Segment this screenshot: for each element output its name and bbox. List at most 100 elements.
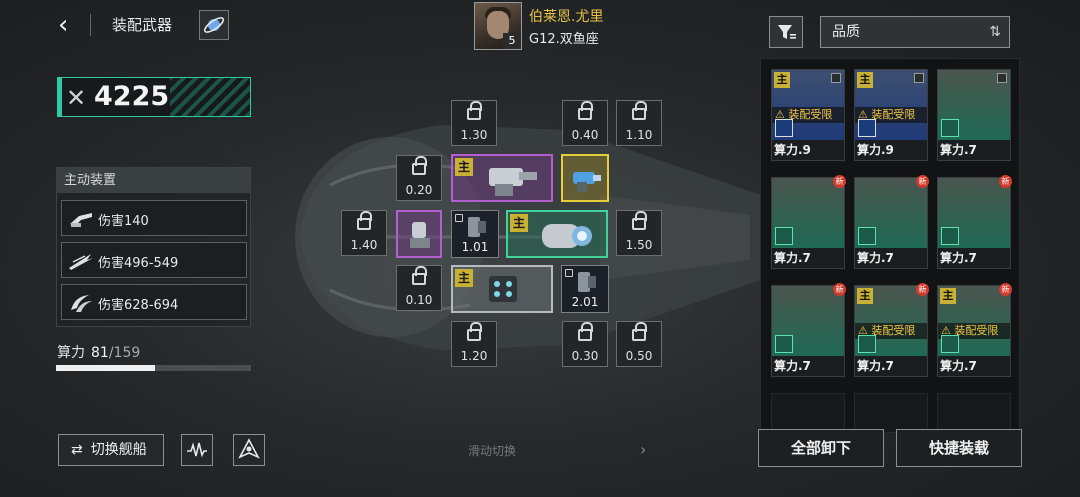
locked-slot[interactable]: 0.20 xyxy=(396,155,442,201)
equipped-slot[interactable]: 2.01 xyxy=(561,265,609,313)
filter-button[interactable] xyxy=(769,16,803,48)
claw-icon xyxy=(71,295,92,312)
pilot-level: 5 xyxy=(503,33,521,49)
bolt-badge-icon xyxy=(775,227,793,245)
missile-icon xyxy=(69,254,93,270)
weapon-cost: 算力.9 xyxy=(857,143,894,157)
active-device-row[interactable]: 伤害628-694 xyxy=(61,284,247,320)
crossed-swords-icon: ✕ xyxy=(66,84,87,112)
equipped-weapon-slot[interactable]: 主 xyxy=(451,265,553,313)
locked-slot[interactable]: 0.30 xyxy=(562,321,608,367)
combat-power-box: ✕ 4225 xyxy=(57,77,251,117)
new-badge: 新 xyxy=(833,175,846,188)
active-device-row[interactable]: 伤害140 xyxy=(61,200,247,236)
compute-progress-fill xyxy=(56,365,156,371)
locked-slot[interactable]: 1.20 xyxy=(451,321,497,367)
select-checkbox[interactable] xyxy=(914,73,924,83)
weapon-cost: 算力.9 xyxy=(774,143,811,157)
slot-value: 0.20 xyxy=(405,183,433,197)
switch-ship-label: 切换舰船 xyxy=(90,442,147,458)
equipped-weapon-slot[interactable] xyxy=(396,210,442,258)
locked-slot[interactable]: 0.50 xyxy=(616,321,662,367)
active-device-label: 伤害496-549 xyxy=(98,256,179,271)
waveform-button[interactable] xyxy=(181,434,213,466)
lock-icon xyxy=(578,101,593,120)
fleet-button[interactable] xyxy=(233,434,265,466)
weapon-card[interactable]: 新 算力.7 xyxy=(771,175,846,269)
weapon-card[interactable] xyxy=(854,393,928,432)
lock-icon xyxy=(412,266,427,285)
weapon-inventory-grid[interactable]: 主 ⚠ 装配受限 算力.9 主 ⚠ 装配受限 算力.9 算力.7 新 算力.7 … xyxy=(760,58,1020,433)
new-badge: 新 xyxy=(833,283,846,296)
back-button[interactable]: ‹ xyxy=(58,10,82,40)
select-checkbox[interactable] xyxy=(997,73,1007,83)
compute-current: 81 xyxy=(91,345,109,361)
sort-select-value: 品质 xyxy=(832,24,860,40)
weapon-cost: 算力.7 xyxy=(857,359,894,373)
weapon-card[interactable]: 主 新 ⚠ 装配受限 算力.7 xyxy=(937,283,1012,377)
locked-slot[interactable]: 1.30 xyxy=(451,100,497,146)
weapon-card[interactable] xyxy=(771,393,845,432)
slot-value: 1.40 xyxy=(350,238,378,252)
combat-power-value: 4225 xyxy=(94,81,170,112)
locked-slot[interactable]: 0.10 xyxy=(396,265,442,311)
locked-slot[interactable]: 1.10 xyxy=(616,100,662,146)
compute-label: 算力 xyxy=(57,345,85,361)
locked-slot[interactable]: 1.50 xyxy=(616,210,662,256)
planet-button[interactable] xyxy=(199,10,229,40)
select-checkbox[interactable] xyxy=(831,73,841,83)
main-weapon-tag: 主 xyxy=(857,288,873,304)
weapon-card[interactable]: 新 算力.7 xyxy=(854,175,929,269)
lock-icon xyxy=(467,101,482,120)
lock-icon xyxy=(632,322,647,341)
weapon-card[interactable]: 主 ⚠ 装配受限 算力.9 xyxy=(771,69,845,161)
rail-cannon-icon xyxy=(542,224,592,248)
filter-icon xyxy=(778,25,796,39)
blue-cannon-icon xyxy=(573,172,601,192)
page-title: 装配武器 xyxy=(112,16,173,34)
power-stripes xyxy=(170,78,250,116)
swipe-hint: 滑动切换 › xyxy=(468,440,646,459)
main-weapon-tag: 主 xyxy=(857,72,873,88)
slot-value: 1.10 xyxy=(625,128,653,142)
slot-value: 2.01 xyxy=(571,295,599,309)
weapon-card[interactable] xyxy=(937,393,1011,432)
weapon-card[interactable]: 新 算力.7 xyxy=(937,175,1012,269)
equipped-weapon-slot[interactable]: 主 xyxy=(451,154,553,202)
weapon-cost: 算力.7 xyxy=(940,143,977,157)
equipped-slot[interactable]: 1.01 xyxy=(451,210,499,258)
switch-ship-button[interactable]: ⇄ 切换舰船 xyxy=(58,434,164,466)
compute-readout: 算力 81/159 xyxy=(57,342,140,362)
new-badge: 新 xyxy=(999,175,1012,188)
weapon-card[interactable]: 算力.7 xyxy=(937,69,1011,161)
locked-slot[interactable]: 1.40 xyxy=(341,210,387,256)
fleet-icon xyxy=(238,438,260,459)
compute-max: /159 xyxy=(108,345,141,361)
slot-value: 0.50 xyxy=(625,349,653,363)
lock-icon xyxy=(467,322,482,341)
unequip-all-button[interactable]: 全部卸下 xyxy=(758,429,884,467)
bolt-badge-icon xyxy=(941,227,959,245)
sort-select[interactable]: 品质 ⇅ xyxy=(820,16,1010,48)
weapon-cost: 算力.7 xyxy=(940,251,977,265)
bolt-badge-icon xyxy=(775,335,793,353)
power-accent-bar xyxy=(58,78,62,116)
equipped-weapon-slot[interactable]: 主 xyxy=(506,210,608,258)
shield-badge-icon xyxy=(858,119,876,137)
locked-slot[interactable]: 0.40 xyxy=(562,100,608,146)
active-device-row[interactable]: 伤害496-549 xyxy=(61,242,247,278)
weapon-card[interactable]: 主 新 ⚠ 装配受限 算力.7 xyxy=(854,283,929,377)
main-weapon-tag: 主 xyxy=(510,214,528,232)
quick-equip-button[interactable]: 快捷装载 xyxy=(896,429,1022,467)
weapon-card[interactable]: 主 ⚠ 装配受限 算力.9 xyxy=(854,69,928,161)
slot-value: 0.10 xyxy=(405,293,433,307)
weapon-card[interactable]: 新 算力.7 xyxy=(771,283,846,377)
new-badge: 新 xyxy=(916,175,929,188)
swipe-hint-label: 滑动切换 xyxy=(468,444,517,458)
header-separator xyxy=(90,14,91,36)
weapon-cost: 算力.7 xyxy=(857,251,894,265)
equipped-weapon-slot[interactable] xyxy=(561,154,609,202)
pilot-avatar[interactable]: 5 xyxy=(474,2,522,50)
active-device-label: 伤害628-694 xyxy=(98,298,179,313)
slot-value: 1.20 xyxy=(460,349,488,363)
